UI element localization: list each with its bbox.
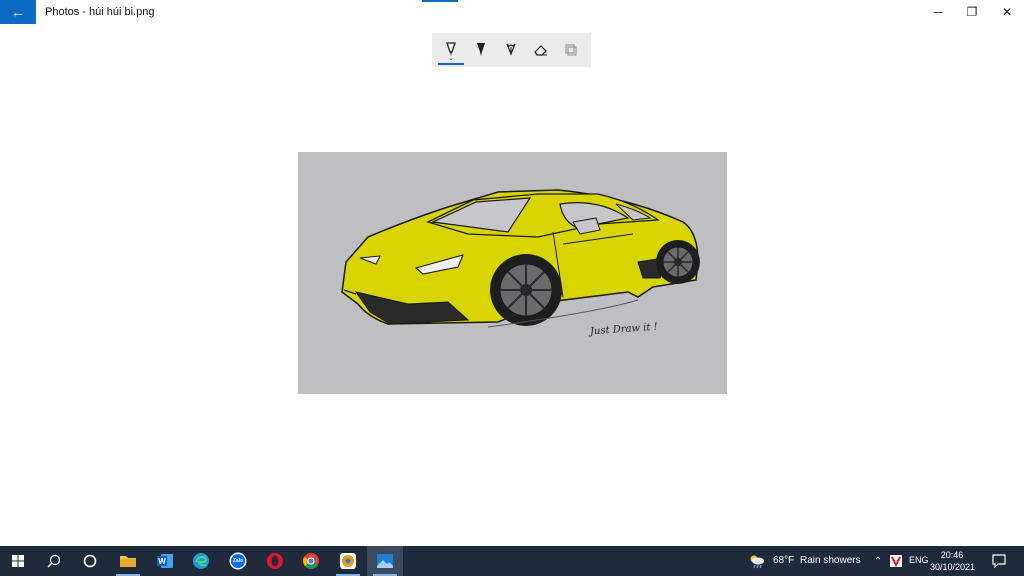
- restore-button[interactable]: ❐: [955, 0, 989, 24]
- back-arrow-icon: ←: [11, 4, 25, 20]
- chrome-canary-icon: [340, 553, 356, 569]
- calligraphy-pen-icon: [506, 43, 516, 56]
- windows-logo-icon: [12, 555, 24, 567]
- taskbar-file-explorer[interactable]: [110, 546, 146, 576]
- taskbar-edge[interactable]: [183, 546, 219, 576]
- taskbar-chrome[interactable]: [293, 546, 329, 576]
- taskbar-word[interactable]: W: [147, 546, 183, 576]
- eraser-button[interactable]: [526, 33, 556, 67]
- search-icon: [47, 554, 61, 568]
- pencil-button[interactable]: [466, 33, 496, 67]
- weather-button[interactable]: [746, 546, 768, 576]
- rain-showers-icon: [750, 555, 764, 569]
- chrome-icon: [303, 553, 319, 569]
- search-button[interactable]: [36, 546, 72, 576]
- taskbar-chrome-canary[interactable]: [330, 546, 366, 576]
- weather-condition[interactable]: Rain showers: [800, 555, 861, 566]
- svg-text:W: W: [158, 557, 166, 566]
- show-hidden-icons-button[interactable]: ⌃: [869, 546, 887, 576]
- chevron-down-icon: ⌄: [448, 55, 454, 62]
- close-icon: ✕: [1001, 5, 1013, 19]
- start-button[interactable]: [0, 546, 36, 576]
- opera-icon: [267, 553, 283, 569]
- task-view-button[interactable]: [72, 546, 108, 576]
- photos-icon: [377, 554, 393, 568]
- ink-toolbar: ⌄: [432, 33, 591, 67]
- pencil-icon: [477, 43, 485, 56]
- clock-time: 20:46: [940, 550, 964, 560]
- zalo-label: Zalo: [232, 558, 244, 564]
- weather-temp[interactable]: 68°F: [773, 555, 794, 566]
- clock[interactable]: 20:46 30/10/2021: [930, 549, 976, 573]
- taskbar-opera[interactable]: [257, 546, 293, 576]
- taskbar-photos[interactable]: [367, 546, 403, 576]
- chevron-up-icon: ⌃: [873, 555, 883, 567]
- eraser-icon: [534, 45, 547, 56]
- language-indicator[interactable]: ENG: [909, 555, 929, 565]
- notifications-button[interactable]: [986, 546, 1012, 576]
- window-title: Photos - húi húi bi.png: [45, 6, 155, 18]
- v-keyboard-icon: [890, 555, 902, 567]
- clock-date: 30/10/2021: [930, 562, 976, 572]
- top-accent-bar: [422, 0, 458, 2]
- minimize-icon: ─: [933, 5, 943, 19]
- photo-canvas[interactable]: Just Draw it !: [298, 152, 727, 394]
- taskbar-zalo[interactable]: Zalo: [220, 546, 256, 576]
- cortana-circle-icon: [83, 554, 97, 568]
- word-icon: W: [157, 554, 173, 568]
- minimize-button[interactable]: ─: [921, 0, 955, 24]
- vietkey-button[interactable]: [887, 546, 905, 576]
- notification-icon: [992, 554, 1006, 568]
- edge-icon: [193, 553, 209, 569]
- folder-icon: [120, 556, 136, 567]
- back-button[interactable]: ←: [0, 0, 36, 24]
- car-drawing: [298, 152, 727, 394]
- crop-icon: [565, 44, 577, 56]
- taskbar: W Zalo 68°F Rain showers ⌃ ENG 20:46 30/…: [0, 546, 1024, 576]
- ballpoint-pen-button[interactable]: ⌄: [436, 33, 466, 67]
- calligraphy-pen-button[interactable]: [496, 33, 526, 67]
- restore-icon: ❐: [966, 5, 978, 19]
- crop-button[interactable]: [556, 33, 586, 67]
- close-button[interactable]: ✕: [990, 0, 1024, 24]
- title-bar: ← Photos - húi húi bi.png ─ ❐ ✕: [0, 0, 1024, 24]
